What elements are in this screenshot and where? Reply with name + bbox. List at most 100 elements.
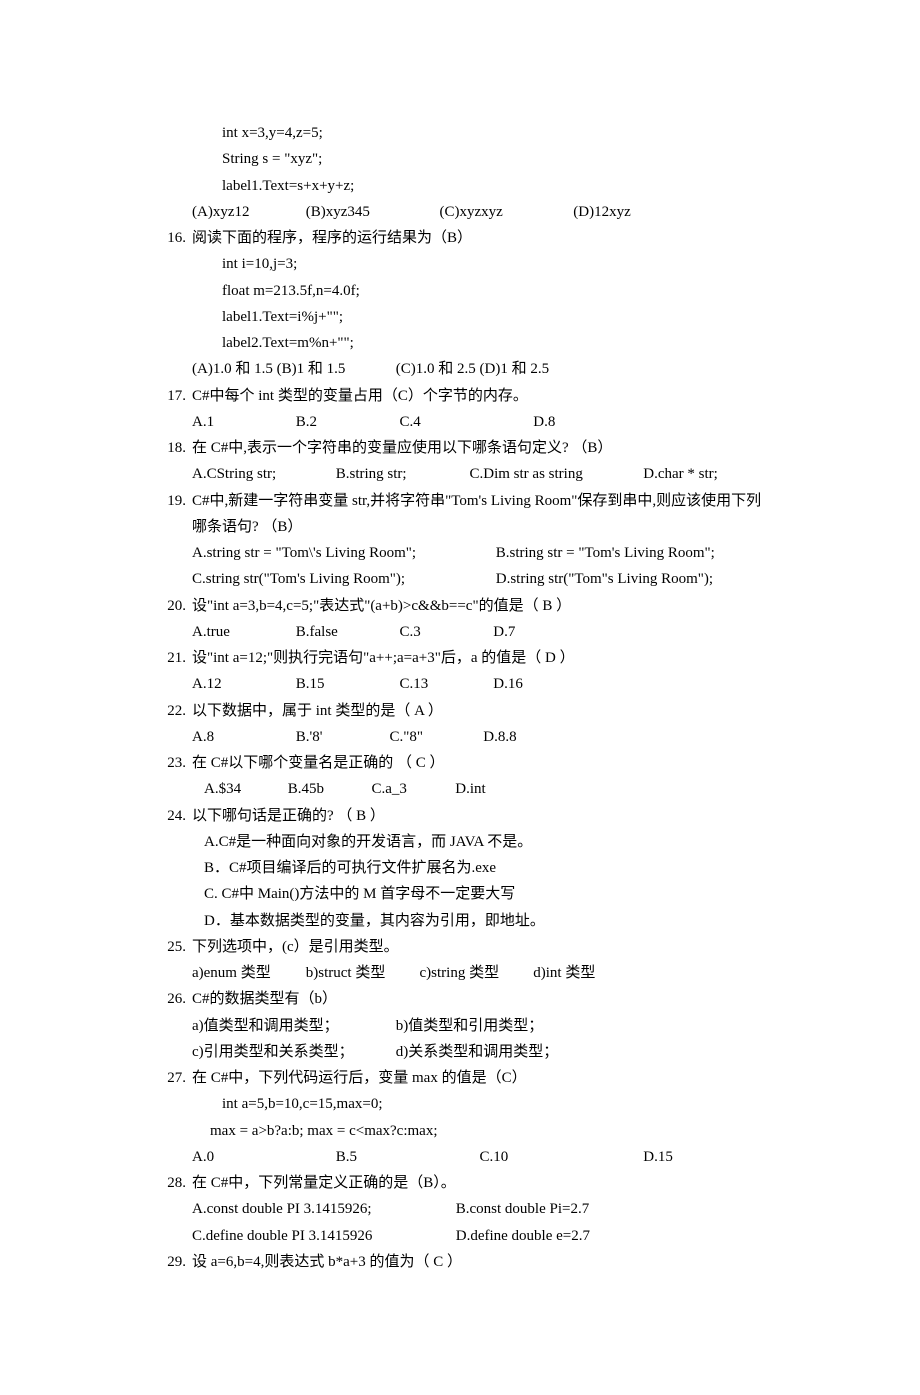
q25-opt-d: d)int 类型 — [533, 960, 595, 986]
q24-opt-d: D．基本数据类型的变量，其内容为引用，即地址。 — [204, 908, 770, 934]
q26-options-row2: c)引用类型和关系类型； d)关系类型和调用类型； — [192, 1039, 770, 1065]
q21-opt-a: A.12 — [192, 671, 292, 697]
q25-options: a)enum 类型 b)struct 类型 c)string 类型 d)int … — [192, 960, 770, 986]
q27-opt-a: A.0 — [192, 1144, 332, 1170]
q15-opt-b: (B)xyz345 — [306, 199, 436, 225]
q24-num: 24. — [150, 803, 192, 829]
q28: 28. 在 C#中，下列常量定义正确的是（B）。 — [150, 1170, 770, 1196]
q15-options: (A)xyz12 (B)xyz345 (C)xyzxyz (D)12xyz — [192, 199, 770, 225]
q17-opt-d: D.8 — [533, 409, 555, 435]
q27-opt-c: C.10 — [480, 1144, 640, 1170]
q20-opt-b: B.false — [296, 619, 396, 645]
q25-stem: 下列选项中，(c）是引用类型。 — [192, 934, 770, 960]
q26-opt-c: c)引用类型和关系类型； — [192, 1039, 392, 1065]
q16-num: 16. — [150, 225, 192, 251]
q20-num: 20. — [150, 593, 192, 619]
q27-opt-b: B.5 — [336, 1144, 476, 1170]
q27-options: A.0 B.5 C.10 D.15 — [192, 1144, 770, 1170]
q15-opt-a: (A)xyz12 — [192, 199, 302, 225]
q21-opt-d: D.16 — [493, 671, 523, 697]
q17-stem: C#中每个 int 类型的变量占用（C）个字节的内存。 — [192, 383, 770, 409]
q15-opt-c: (C)xyzxyz — [440, 199, 570, 225]
q24-opt-a: A.C#是一种面向对象的开发语言，而 JAVA 不是。 — [204, 829, 770, 855]
q20-stem: 设"int a=3,b=4,c=5;"表达式"(a+b)>c&&b==c"的值是… — [192, 593, 770, 619]
q22-stem: 以下数据中，属于 int 类型的是（ A ） — [192, 698, 770, 724]
q16-options: (A)1.0 和 1.5 (B)1 和 1.5 (C)1.0 和 2.5 (D)… — [192, 356, 770, 382]
q18-opt-c: C.Dim str as string — [470, 461, 640, 487]
q19: 19. C#中,新建一字符串变量 str,并将字符串"Tom's Living … — [150, 488, 770, 541]
q26-options-row1: a)值类型和调用类型； b)值类型和引用类型； — [192, 1013, 770, 1039]
q26-stem: C#的数据类型有（b） — [192, 986, 770, 1012]
q23-opt-c: C.a_3 — [372, 776, 452, 802]
q22-opt-d: D.8.8 — [483, 724, 516, 750]
q28-options-row2: C.define double PI 3.1415926 D.define do… — [192, 1223, 770, 1249]
q21-num: 21. — [150, 645, 192, 671]
q19-stem: C#中,新建一字符串变量 str,并将字符串"Tom's Living Room… — [192, 488, 770, 541]
code16-line3: label1.Text=i%j+""; — [222, 304, 770, 330]
q21-opt-b: B.15 — [296, 671, 396, 697]
q18-stem: 在 C#中,表示一个字符串的变量应使用以下哪条语句定义? （B） — [192, 435, 770, 461]
q28-stem: 在 C#中，下列常量定义正确的是（B）。 — [192, 1170, 770, 1196]
q19-opt-b: B.string str = "Tom's Living Room"; — [496, 540, 715, 566]
code16-line1: int i=10,j=3; — [222, 251, 770, 277]
code15-line1: int x=3,y=4,z=5; — [222, 120, 770, 146]
q20-opt-a: A.true — [192, 619, 292, 645]
q28-opt-d: D.define double e=2.7 — [456, 1223, 590, 1249]
q28-opt-c: C.define double PI 3.1415926 — [192, 1223, 452, 1249]
q18-opt-b: B.string str; — [336, 461, 466, 487]
q18-opt-d: D.char * str; — [643, 461, 718, 487]
q24-opt-b: B．C#项目编译后的可执行文件扩展名为.exe — [204, 855, 770, 881]
q18-opt-a: A.CString str; — [192, 461, 332, 487]
q17-opt-b: B.2 — [296, 409, 396, 435]
q19-options-row2: C.string str("Tom's Living Room"); D.str… — [192, 566, 770, 592]
q26-opt-d: d)关系类型和调用类型； — [396, 1039, 559, 1065]
q26-opt-a: a)值类型和调用类型； — [192, 1013, 392, 1039]
q27-num: 27. — [150, 1065, 192, 1091]
q21-options: A.12 B.15 C.13 D.16 — [192, 671, 770, 697]
q28-num: 28. — [150, 1170, 192, 1196]
q18-num: 18. — [150, 435, 192, 461]
q29: 29. 设 a=6,b=4,则表达式 b*a+3 的值为（ C ） — [150, 1249, 770, 1275]
q22-opt-c: C."8" — [390, 724, 480, 750]
q19-opt-c: C.string str("Tom's Living Room"); — [192, 566, 492, 592]
code27-line2: max = a>b?a:b; max = c<max?c:max; — [210, 1118, 770, 1144]
q22: 22. 以下数据中，属于 int 类型的是（ A ） — [150, 698, 770, 724]
q23-stem: 在 C#以下哪个变量名是正确的 （ C ） — [192, 750, 770, 776]
q17-opt-a: A.1 — [192, 409, 292, 435]
q20: 20. 设"int a=3,b=4,c=5;"表达式"(a+b)>c&&b==c… — [150, 593, 770, 619]
q22-opt-a: A.8 — [192, 724, 292, 750]
q17-num: 17. — [150, 383, 192, 409]
q26: 26. C#的数据类型有（b） — [150, 986, 770, 1012]
code16-line4: label2.Text=m%n+""; — [222, 330, 770, 356]
q28-opt-a: A.const double PI 3.1415926; — [192, 1196, 452, 1222]
q25-opt-b: b)struct 类型 — [306, 960, 416, 986]
q23-opt-a: A.$34 — [204, 776, 284, 802]
q17-opt-c: C.4 — [400, 409, 530, 435]
code15-line3: label1.Text=s+x+y+z; — [222, 173, 770, 199]
q21: 21. 设"int a=12;"则执行完语句"a++;a=a+3"后，a 的值是… — [150, 645, 770, 671]
code27-line1: int a=5,b=10,c=15,max=0; — [222, 1091, 770, 1117]
q18: 18. 在 C#中,表示一个字符串的变量应使用以下哪条语句定义? （B） — [150, 435, 770, 461]
q25-opt-a: a)enum 类型 — [192, 960, 302, 986]
q19-options-row1: A.string str = "Tom\'s Living Room"; B.s… — [192, 540, 770, 566]
q27-opt-d: D.15 — [643, 1144, 673, 1170]
q22-options: A.8 B.'8' C."8" D.8.8 — [192, 724, 770, 750]
q18-options: A.CString str; B.string str; C.Dim str a… — [192, 461, 770, 487]
code15-line2: String s = "xyz"; — [222, 146, 770, 172]
q17: 17. C#中每个 int 类型的变量占用（C）个字节的内存。 — [150, 383, 770, 409]
q16-opt-ab: (A)1.0 和 1.5 (B)1 和 1.5 — [192, 356, 392, 382]
q15-opt-d: (D)12xyz — [573, 199, 630, 225]
q24: 24. 以下哪句话是正确的? （ B ） — [150, 803, 770, 829]
q19-opt-d: D.string str("Tom"s Living Room"); — [496, 566, 713, 592]
q24-stem: 以下哪句话是正确的? （ B ） — [192, 803, 770, 829]
q25-opt-c: c)string 类型 — [420, 960, 530, 986]
q20-options: A.true B.false C.3 D.7 — [192, 619, 770, 645]
q23: 23. 在 C#以下哪个变量名是正确的 （ C ） — [150, 750, 770, 776]
q29-num: 29. — [150, 1249, 192, 1275]
q21-stem: 设"int a=12;"则执行完语句"a++;a=a+3"后，a 的值是（ D … — [192, 645, 770, 671]
code16-line2: float m=213.5f,n=4.0f; — [222, 278, 770, 304]
q28-options-row1: A.const double PI 3.1415926; B.const dou… — [192, 1196, 770, 1222]
q25-num: 25. — [150, 934, 192, 960]
q16-stem: 阅读下面的程序，程序的运行结果为（B） — [192, 225, 770, 251]
q16-opt-cd: (C)1.0 和 2.5 (D)1 和 2.5 — [396, 356, 549, 382]
